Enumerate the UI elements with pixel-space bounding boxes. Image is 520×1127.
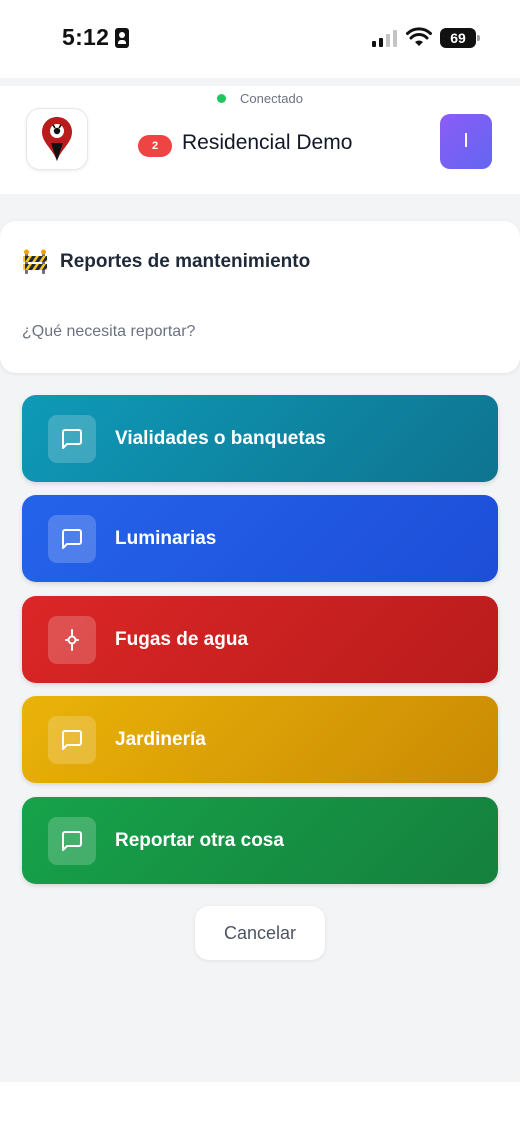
card-title-row: Reportes de mantenimiento xyxy=(22,249,310,275)
card-title: Reportes de mantenimiento xyxy=(60,251,311,272)
option-icon-box xyxy=(48,715,96,764)
water-leak-icon xyxy=(65,628,79,651)
message-square-icon xyxy=(62,830,82,851)
avatar-initial: I xyxy=(463,130,469,152)
card-prompt: ¿Qué necesita reportar? xyxy=(22,323,196,340)
contact-card-icon xyxy=(115,27,130,48)
connection-dot-icon xyxy=(217,94,227,103)
option-luminarias[interactable]: Luminarias xyxy=(22,495,498,582)
construction-barrier-icon xyxy=(23,249,47,274)
notification-badge[interactable]: 2 xyxy=(138,135,172,157)
message-square-icon xyxy=(62,528,82,549)
residence-title-row[interactable]: 2 Residencial Demo xyxy=(138,129,352,157)
message-square-icon xyxy=(62,729,82,750)
residence-name[interactable]: Residencial Demo xyxy=(182,131,352,155)
option-reportar-otra-cosa[interactable]: Reportar otra cosa xyxy=(22,797,498,884)
app-screen: 5:12 69 Conectado 2 Residencial Demo I R… xyxy=(0,0,520,1127)
option-label: Luminarias xyxy=(115,527,217,549)
option-label: Jardinería xyxy=(115,728,206,750)
map-pin-logo-icon xyxy=(42,117,72,161)
option-label: Fugas de agua xyxy=(115,628,249,650)
option-vialidades[interactable]: Vialidades o banquetas xyxy=(22,395,498,482)
option-label: Reportar otra cosa xyxy=(115,829,284,851)
battery-level: 69 xyxy=(450,30,466,46)
wifi-icon xyxy=(406,27,432,46)
battery-icon: 69 xyxy=(440,28,480,48)
message-square-icon xyxy=(62,428,82,449)
option-icon-box xyxy=(48,414,96,463)
app-logo[interactable] xyxy=(26,108,88,170)
bottom-safe-area xyxy=(0,1082,520,1127)
option-label: Vialidades o banquetas xyxy=(115,427,326,449)
status-bar: 5:12 69 xyxy=(0,0,520,78)
maintenance-report-card: Reportes de mantenimiento ¿Qué necesita … xyxy=(0,221,520,373)
option-icon-box xyxy=(48,514,96,563)
connection-indicator: Conectado xyxy=(0,91,520,106)
option-icon-box xyxy=(48,816,96,865)
header-separator xyxy=(0,78,520,86)
status-time-group: 5:12 xyxy=(62,24,130,51)
connection-status: Conectado xyxy=(240,91,303,106)
option-fugas-de-agua[interactable]: Fugas de agua xyxy=(22,596,498,683)
cellular-signal-icon xyxy=(372,30,397,47)
status-time: 5:12 xyxy=(62,24,110,50)
option-icon-box xyxy=(48,615,96,664)
user-avatar[interactable]: I xyxy=(440,114,492,169)
option-jardineria[interactable]: Jardinería xyxy=(22,696,498,783)
app-header: Conectado 2 Residencial Demo I xyxy=(0,86,520,194)
cancel-button[interactable]: Cancelar xyxy=(195,906,325,960)
